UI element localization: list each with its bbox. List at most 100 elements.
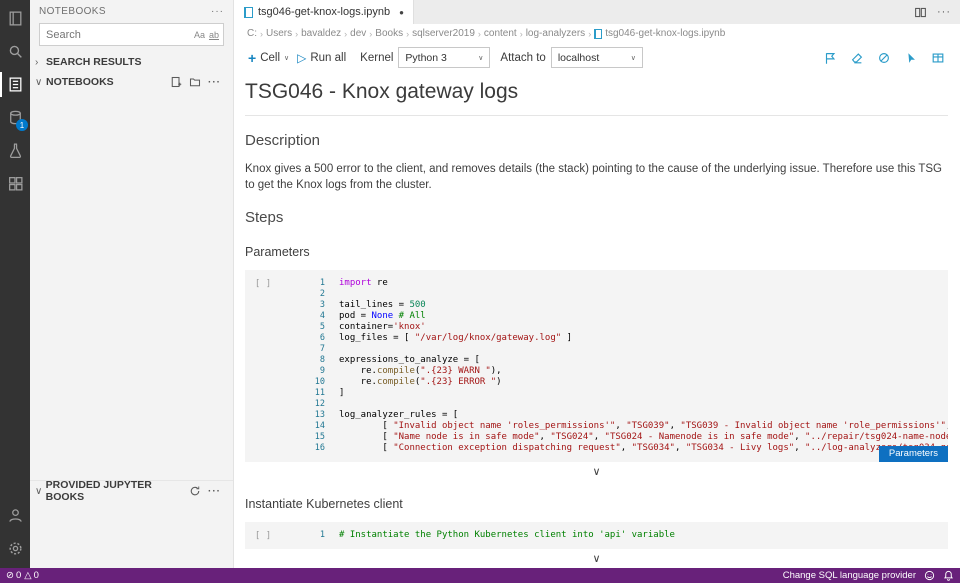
notebook-icon[interactable] bbox=[0, 68, 30, 101]
code-line: 9 re.compile(".{23} WARN "), bbox=[281, 366, 948, 377]
match-case-toggle[interactable]: Aa bbox=[194, 30, 205, 40]
cell-collapse-chevron-icon[interactable]: ∨ bbox=[245, 552, 948, 565]
notebooks-more-actions[interactable]: ··· bbox=[208, 77, 221, 88]
new-notebook-icon[interactable] bbox=[170, 76, 182, 88]
problems-errors[interactable]: ⊘ 0 bbox=[6, 570, 21, 581]
sidebar-title-label: NOTEBOOKS bbox=[39, 6, 106, 17]
breadcrumb-item[interactable]: tsg046-get-knox-logs.ipynb bbox=[591, 28, 728, 39]
line-number: 6 bbox=[281, 333, 339, 344]
warnings-icon: △ bbox=[24, 570, 31, 581]
code-line: 8expressions_to_analyze = [ bbox=[281, 355, 948, 366]
line-number: 3 bbox=[281, 300, 339, 311]
breadcrumb-item[interactable]: C: bbox=[244, 28, 260, 39]
code-line: 2 bbox=[281, 289, 948, 300]
code-line: 4pod = None # All bbox=[281, 311, 948, 322]
search-input[interactable] bbox=[44, 28, 190, 42]
section-label: SEARCH RESULTS bbox=[46, 56, 141, 68]
instantiate-heading: Instantiate Kubernetes client bbox=[245, 497, 948, 511]
line-number: 13 bbox=[281, 410, 339, 421]
account-icon[interactable] bbox=[0, 499, 30, 532]
sidebar-more-actions[interactable]: ··· bbox=[211, 6, 224, 17]
kernel-label: Kernel bbox=[360, 52, 393, 64]
plus-icon: + bbox=[248, 51, 256, 65]
search-icon[interactable] bbox=[0, 35, 30, 68]
notebook-toolbar: + Cell ∨ ▷ Run all Kernel Python 3 ∨ Att… bbox=[235, 43, 960, 72]
code-line: 14 [ "Invalid object name 'roles_permiss… bbox=[281, 421, 948, 432]
code-line: 11] bbox=[281, 388, 948, 399]
add-cell-button[interactable]: + Cell ∨ bbox=[244, 51, 293, 65]
search-box: Aa ab bbox=[39, 23, 224, 46]
book-icon[interactable] bbox=[0, 2, 30, 35]
line-number: 4 bbox=[281, 311, 339, 322]
editor-more-actions[interactable]: ··· bbox=[937, 6, 951, 18]
add-cell-label: Cell bbox=[260, 52, 280, 64]
code-line: 1# Instantiate the Python Kubernetes cli… bbox=[281, 530, 948, 541]
section-notebooks[interactable]: ∨ NOTEBOOKS ··· bbox=[30, 72, 233, 92]
breadcrumb-item[interactable]: dev bbox=[347, 28, 369, 39]
section-provided-jupyter-books[interactable]: ∨ PROVIDED JUPYTER BOOKS ··· bbox=[30, 480, 233, 501]
problems-warnings[interactable]: △ 0 bbox=[24, 570, 39, 581]
code-line: 16 [ "Connection exception dispatching r… bbox=[281, 443, 948, 454]
cell-exec-indicator[interactable]: [ ] bbox=[245, 530, 281, 541]
no-execute-icon[interactable] bbox=[877, 51, 891, 65]
trusted-flag-icon[interactable] bbox=[823, 51, 837, 65]
app-window: 1 NOTEBOOKS ··· Aa ab › SEA bbox=[0, 0, 960, 583]
notebook-title: TSG046 - Knox gateway logs bbox=[245, 80, 948, 116]
line-number: 11 bbox=[281, 388, 339, 399]
editor-area: tsg046-get-knox-logs.ipynb ● ··· C:›User… bbox=[235, 0, 960, 568]
tab-bar-actions: ··· bbox=[914, 0, 960, 24]
line-number: 15 bbox=[281, 432, 339, 443]
line-number: 2 bbox=[281, 289, 339, 300]
breadcrumb-item[interactable]: content bbox=[481, 28, 520, 39]
cell-exec-indicator[interactable]: [ ] bbox=[245, 278, 281, 454]
line-number: 12 bbox=[281, 399, 339, 410]
tab-notebook[interactable]: tsg046-get-knox-logs.ipynb ● bbox=[235, 0, 414, 24]
grid-view-icon[interactable] bbox=[931, 51, 945, 65]
section-label: NOTEBOOKS bbox=[46, 76, 114, 88]
open-folder-icon[interactable] bbox=[189, 76, 201, 88]
description-text: Knox gives a 500 error to the client, an… bbox=[245, 162, 948, 193]
code-line: 1import re bbox=[281, 278, 948, 289]
breadcrumb-item[interactable]: Users bbox=[263, 28, 295, 39]
chevron-down-icon: ∨ bbox=[284, 54, 289, 62]
whole-word-toggle[interactable]: ab bbox=[209, 30, 219, 40]
split-editor-icon[interactable] bbox=[914, 6, 927, 19]
errors-icon: ⊘ bbox=[6, 570, 14, 581]
code-line: 12 bbox=[281, 399, 948, 410]
chevron-down-icon: ∨ bbox=[35, 77, 46, 88]
line-number: 8 bbox=[281, 355, 339, 366]
attach-to-value: localhost bbox=[558, 52, 599, 64]
cursor-select-icon[interactable] bbox=[904, 51, 918, 65]
kernel-dropdown[interactable]: Python 3 ∨ bbox=[398, 47, 490, 68]
clear-results-eraser-icon[interactable] bbox=[850, 51, 864, 65]
unsaved-dot-icon: ● bbox=[399, 8, 404, 17]
run-all-button[interactable]: ▷ Run all bbox=[293, 52, 350, 64]
notifications-bell-icon[interactable] bbox=[943, 570, 954, 581]
breadcrumb-item[interactable]: Books bbox=[372, 28, 406, 39]
provided-books-more-actions[interactable]: ··· bbox=[208, 486, 221, 497]
attach-to-dropdown[interactable]: localhost ∨ bbox=[551, 47, 643, 68]
line-number: 1 bbox=[281, 530, 339, 541]
flask-icon[interactable] bbox=[0, 134, 30, 167]
code-line: 13log_analyzer_rules = [ bbox=[281, 410, 948, 421]
change-sql-provider-button[interactable]: Change SQL language provider bbox=[783, 570, 916, 581]
status-bar-right: Change SQL language provider bbox=[783, 570, 954, 581]
chevron-down-icon: ∨ bbox=[478, 54, 483, 62]
settings-gear-icon[interactable] bbox=[0, 532, 30, 565]
toolbar-right-actions bbox=[823, 51, 951, 65]
connections-icon[interactable]: 1 bbox=[0, 101, 30, 134]
feedback-smiley-icon[interactable] bbox=[924, 570, 935, 581]
description-heading: Description bbox=[245, 132, 948, 149]
sidebar: NOTEBOOKS ··· Aa ab › SEARCH RESULTS ∨ N… bbox=[30, 0, 234, 568]
cell-collapse-chevron-icon[interactable]: ∨ bbox=[245, 465, 948, 478]
activity-bar-bottom bbox=[0, 499, 30, 568]
breadcrumb-item[interactable]: log-analyzers bbox=[523, 28, 588, 39]
extensions-icon[interactable] bbox=[0, 167, 30, 200]
breadcrumb-item[interactable]: sqlserver2019 bbox=[409, 28, 478, 39]
chevron-down-icon: ∨ bbox=[35, 486, 46, 497]
breadcrumb-item[interactable]: bavaldez bbox=[298, 28, 344, 39]
tab-title: tsg046-get-knox-logs.ipynb bbox=[258, 6, 390, 18]
parameters-badge[interactable]: Parameters bbox=[879, 446, 948, 462]
refresh-icon[interactable] bbox=[189, 485, 201, 497]
section-search-results[interactable]: › SEARCH RESULTS bbox=[30, 52, 233, 72]
